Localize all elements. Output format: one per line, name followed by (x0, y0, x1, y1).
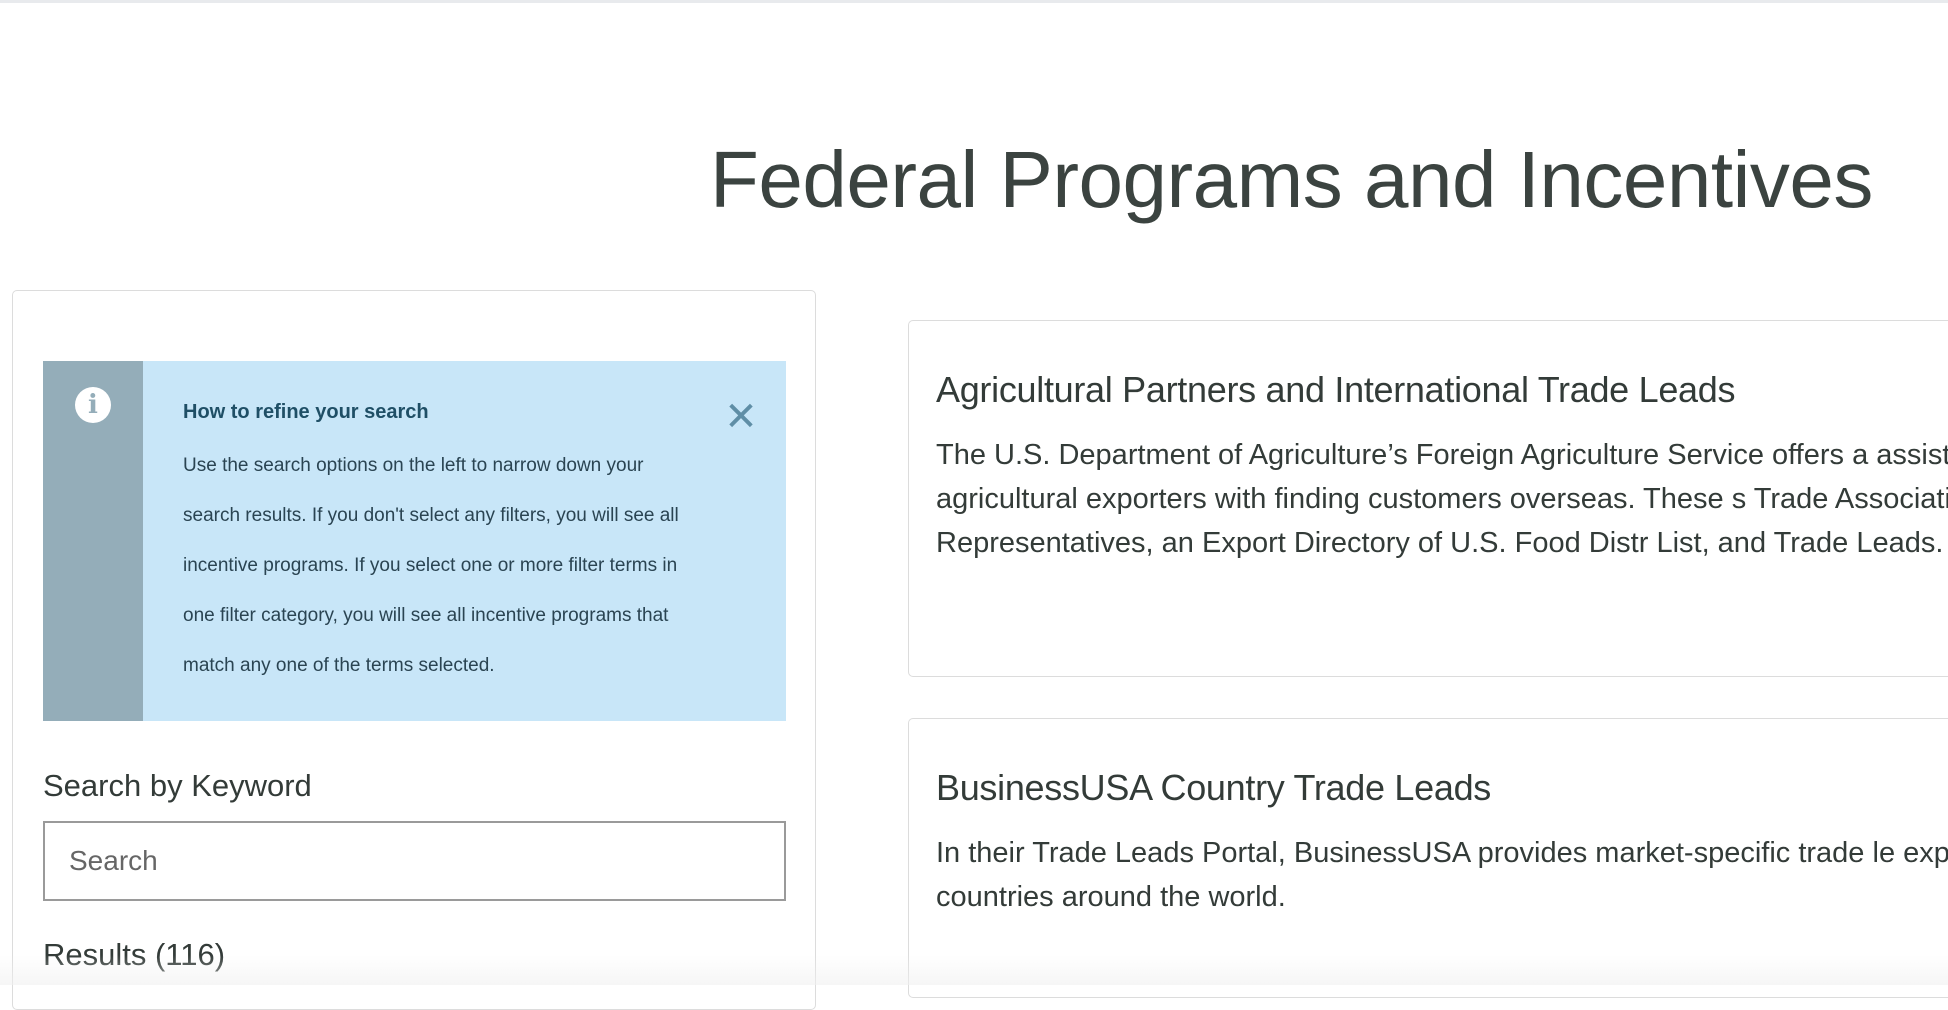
top-divider (0, 0, 1948, 3)
callout-line: match any one of the terms selected. (183, 655, 495, 676)
results-count: Results (116) (43, 937, 226, 972)
result-card[interactable]: BusinessUSA Country Trade Leads In their… (908, 718, 1948, 998)
result-card[interactable]: Agricultural Partners and International … (908, 320, 1948, 677)
callout-line: one filter category, you will see all in… (183, 605, 669, 626)
result-card-title[interactable]: Agricultural Partners and International … (936, 369, 1735, 411)
result-card-description-text: The U.S. Department of Agriculture’s For… (936, 439, 1948, 559)
result-card-description: The U.S. Department of Agriculture’s For… (936, 433, 1948, 565)
close-icon[interactable]: ✕ (723, 397, 759, 437)
callout-line: search results. If you don't select any … (183, 505, 679, 526)
callout-icon-rail: i (43, 361, 143, 721)
result-card-description-text: In their Trade Leads Portal, BusinessUSA… (936, 837, 1948, 913)
search-input[interactable] (43, 821, 786, 901)
result-card-description: In their Trade Leads Portal, BusinessUSA… (936, 831, 1948, 919)
callout-line: Use the search options on the left to na… (183, 455, 644, 476)
callout-text: Use the search options on the left to na… (183, 441, 728, 691)
callout-title: How to refine your search (183, 401, 429, 423)
info-icon: i (75, 387, 111, 423)
page-title: Federal Programs and Incentives (710, 135, 1873, 224)
search-by-keyword-label: Search by Keyword (43, 768, 312, 803)
callout-line: incentive programs. If you select one or… (183, 555, 678, 576)
result-card-title[interactable]: BusinessUSA Country Trade Leads (936, 767, 1491, 809)
search-help-callout: i How to refine your search Use the sear… (43, 361, 786, 721)
